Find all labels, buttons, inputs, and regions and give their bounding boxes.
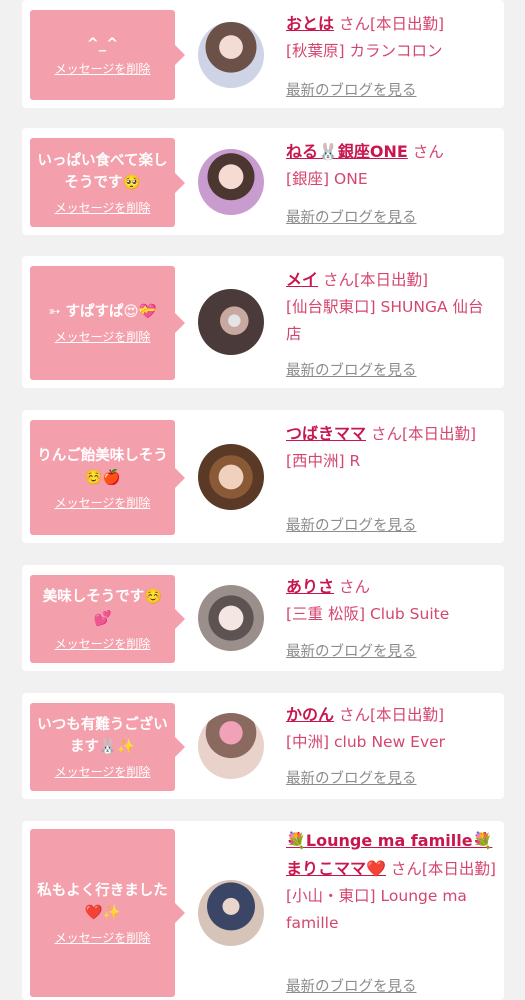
latest-blog-link[interactable]: 最新のブログを見る bbox=[286, 514, 417, 535]
cast-info: おとは さん[本日出勤] [秋葉原] カランコロン bbox=[286, 10, 498, 65]
message-bubble: 美味しそうです☺️💕 メッセージを削除 bbox=[30, 575, 185, 663]
avatar[interactable] bbox=[198, 444, 264, 510]
cast-suffix: さん[本日出勤] bbox=[390, 860, 496, 878]
message-card: りんご飴美味しそう☺️🍎 メッセージを削除 つばきママ さん[本日出勤] [西中… bbox=[22, 410, 504, 543]
cast-name-link[interactable]: つばきママ bbox=[286, 424, 366, 443]
delete-message-link[interactable]: メッセージを削除 bbox=[55, 328, 151, 345]
message-card: ➳ すぱすぱ😍💝 メッセージを削除 メイ さん[本日出勤] [仙台駅東口] SH… bbox=[22, 256, 504, 388]
cast-name-link[interactable]: かのん bbox=[286, 705, 334, 724]
avatar[interactable] bbox=[198, 289, 264, 355]
latest-blog-link[interactable]: 最新のブログを見る bbox=[286, 975, 417, 996]
message-card: 美味しそうです☺️💕 メッセージを削除 ありさ さん [三重 松阪] Club … bbox=[22, 565, 504, 671]
store-name: [中洲] club New Ever bbox=[286, 733, 446, 751]
delete-message-link[interactable]: メッセージを削除 bbox=[55, 763, 151, 780]
latest-blog-link[interactable]: 最新のブログを見る bbox=[286, 359, 417, 380]
message-bubble: ➳ すぱすぱ😍💝 メッセージを削除 bbox=[30, 266, 185, 380]
avatar[interactable] bbox=[198, 880, 264, 946]
message-list: ^_^ メッセージを削除 おとは さん[本日出勤] [秋葉原] カランコロン 最… bbox=[0, 0, 525, 1000]
message-text: 美味しそうです☺️💕 bbox=[42, 589, 163, 627]
latest-blog-link[interactable]: 最新のブログを見る bbox=[286, 767, 417, 788]
cast-suffix: さん bbox=[412, 143, 444, 161]
store-name: [銀座] ONE bbox=[286, 170, 368, 188]
cast-suffix: さん[本日出勤] bbox=[338, 706, 445, 724]
latest-blog-link[interactable]: 最新のブログを見る bbox=[286, 206, 417, 227]
avatar[interactable] bbox=[198, 22, 264, 88]
message-card: ^_^ メッセージを削除 おとは さん[本日出勤] [秋葉原] カランコロン 最… bbox=[22, 0, 504, 108]
message-card: 私もよく行きました❤️✨ メッセージを削除 💐Lounge ma famille… bbox=[22, 821, 504, 1000]
store-name: [三重 松阪] Club Suite bbox=[286, 605, 450, 623]
delete-message-link[interactable]: メッセージを削除 bbox=[55, 60, 151, 77]
message-bubble: りんご飴美味しそう☺️🍎 メッセージを削除 bbox=[30, 420, 185, 535]
message-bubble: いつも有難うございます🐰✨ メッセージを削除 bbox=[30, 703, 185, 791]
cast-suffix: さん[本日出勤] bbox=[322, 271, 429, 289]
message-text: ➳ すぱすぱ😍💝 bbox=[48, 304, 157, 320]
store-name: [西中洲] R bbox=[286, 452, 361, 470]
message-bubble: ^_^ メッセージを削除 bbox=[30, 10, 185, 100]
message-bubble: 私もよく行きました❤️✨ メッセージを削除 bbox=[30, 829, 185, 997]
message-text: ^_^ bbox=[86, 36, 119, 52]
store-name: [秋葉原] カランコロン bbox=[286, 42, 443, 60]
message-text: 私もよく行きました❤️✨ bbox=[37, 883, 168, 921]
delete-message-link[interactable]: メッセージを削除 bbox=[55, 494, 151, 511]
cast-suffix: さん[本日出勤] bbox=[370, 425, 477, 443]
store-name: [小山・東口] Lounge ma famille bbox=[286, 887, 467, 932]
cast-name-link[interactable]: ねる🐰銀座ONE bbox=[286, 142, 408, 161]
delete-message-link[interactable]: メッセージを削除 bbox=[55, 635, 151, 652]
message-text: りんご飴美味しそう☺️🍎 bbox=[37, 447, 168, 486]
cast-info: つばきママ さん[本日出勤] [西中洲] R bbox=[286, 420, 498, 475]
delete-message-link[interactable]: メッセージを削除 bbox=[55, 929, 151, 946]
cast-info: ありさ さん [三重 松阪] Club Suite bbox=[286, 573, 498, 628]
message-card: いっぱい食べて楽しそうです🥺 メッセージを削除 ねる🐰銀座ONE さん [銀座]… bbox=[22, 128, 504, 235]
cast-suffix: さん[本日出勤] bbox=[338, 15, 445, 33]
cast-info: 💐Lounge ma famille💐まりこママ❤️ さん[本日出勤] [小山・… bbox=[286, 827, 498, 937]
latest-blog-link[interactable]: 最新のブログを見る bbox=[286, 79, 417, 100]
cast-info: ねる🐰銀座ONE さん [銀座] ONE bbox=[286, 138, 498, 193]
cast-name-link[interactable]: ありさ bbox=[286, 577, 334, 596]
cast-info: かのん さん[本日出勤] [中洲] club New Ever bbox=[286, 701, 498, 756]
message-card: いつも有難うございます🐰✨ メッセージを削除 かのん さん[本日出勤] [中洲]… bbox=[22, 693, 504, 799]
cast-info: メイ さん[本日出勤] [仙台駅東口] SHUNGA 仙台店 bbox=[286, 266, 498, 348]
avatar[interactable] bbox=[198, 713, 264, 779]
delete-message-link[interactable]: メッセージを削除 bbox=[55, 199, 151, 216]
store-name: [仙台駅東口] SHUNGA 仙台店 bbox=[286, 298, 484, 343]
avatar[interactable] bbox=[198, 585, 264, 651]
avatar[interactable] bbox=[198, 149, 264, 215]
cast-suffix: さん bbox=[338, 578, 370, 596]
latest-blog-link[interactable]: 最新のブログを見る bbox=[286, 640, 417, 661]
message-text: いつも有難うございます🐰✨ bbox=[37, 717, 168, 755]
cast-name-link[interactable]: メイ bbox=[286, 270, 318, 289]
message-text: いっぱい食べて楽しそうです🥺 bbox=[37, 152, 168, 191]
message-bubble: いっぱい食べて楽しそうです🥺 メッセージを削除 bbox=[30, 138, 185, 227]
cast-name-link[interactable]: おとは bbox=[286, 14, 334, 33]
